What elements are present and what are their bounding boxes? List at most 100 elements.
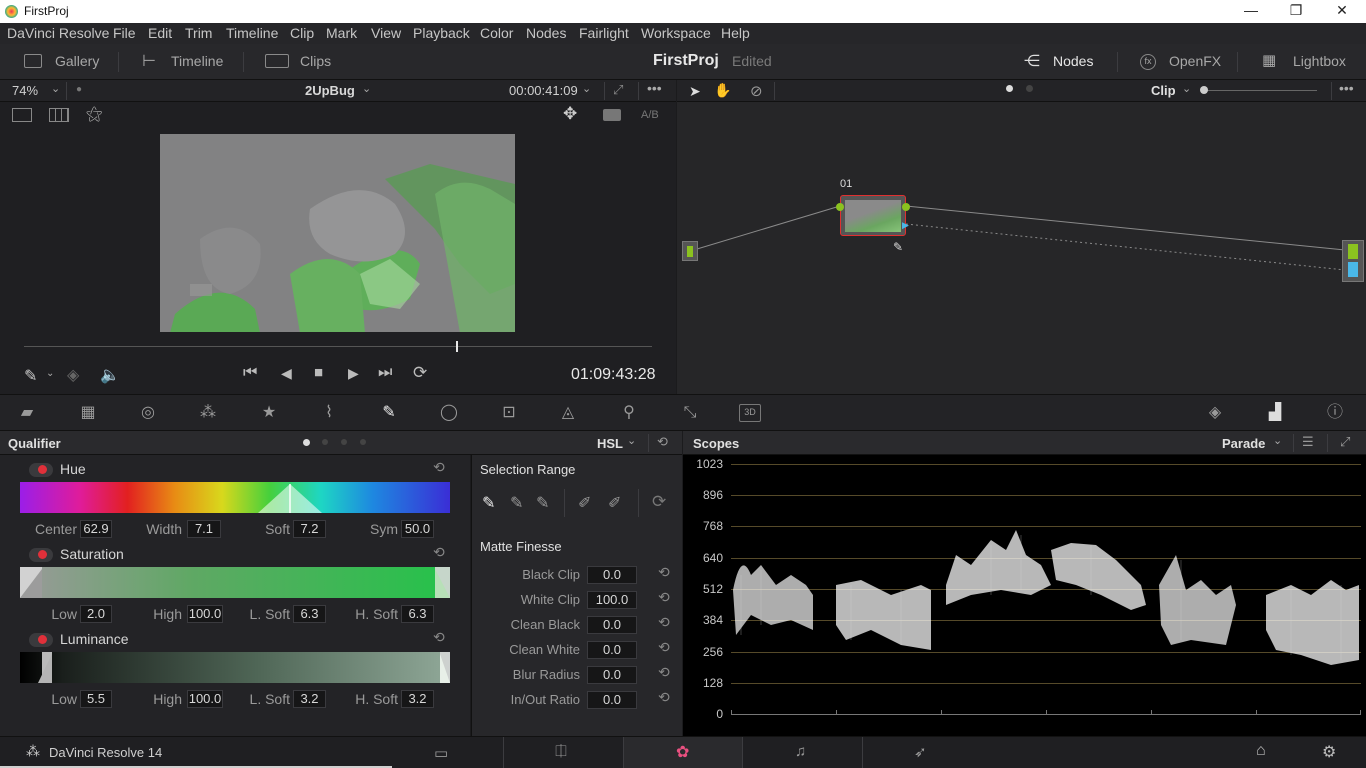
qualifier-mode[interactable]: HSL — [597, 436, 623, 451]
node-output-alpha[interactable]: ▶ — [902, 220, 909, 231]
highlight-icon[interactable]: ✥ — [563, 104, 577, 124]
clean-white-field[interactable]: 0.0 — [587, 641, 637, 659]
stop-icon[interactable]: ■ — [314, 364, 323, 381]
layers-icon[interactable]: ◈ — [67, 365, 79, 385]
black-clip-reset-icon[interactable]: ⟲ — [658, 564, 670, 581]
feather-minus-icon[interactable]: ✐ — [578, 493, 591, 513]
bypass-icon[interactable]: ⊘ — [750, 82, 763, 100]
source-input-node[interactable] — [682, 241, 698, 261]
volume-icon[interactable]: 🔈 — [100, 365, 120, 385]
clip-name[interactable]: 2UpBug — [305, 83, 355, 98]
hue-soft-field[interactable]: 7.2 — [293, 520, 326, 538]
qualifier-mode-dropdown-icon[interactable]: ⌄ — [627, 434, 636, 447]
camera-raw-icon[interactable]: ▰ — [18, 404, 36, 422]
node-options-icon[interactable]: ••• — [1339, 80, 1354, 96]
single-viewer-icon[interactable] — [12, 108, 32, 122]
blur-icon[interactable]: ◬ — [559, 404, 577, 422]
zoom-dropdown-icon[interactable]: ⌄ — [51, 82, 60, 95]
menu-davinci[interactable]: DaVinci Resolve — [7, 25, 109, 41]
ab-compare[interactable]: A/B — [641, 109, 659, 121]
luminance-reset-icon[interactable]: ⟲ — [433, 629, 445, 646]
qualifier-page-dot[interactable] — [360, 439, 366, 445]
menu-view[interactable]: View — [371, 25, 401, 41]
luminance-hsoft-field[interactable]: 3.2 — [401, 690, 434, 708]
go-to-start-icon[interactable]: ⏮ — [243, 364, 257, 382]
color-wheels-icon[interactable]: ◎ — [139, 404, 157, 422]
menu-workspace[interactable]: Workspace — [641, 25, 711, 41]
qualifier-page-dot[interactable] — [322, 439, 328, 445]
sizing-icon[interactable]: ⤡ — [681, 404, 699, 422]
source-timecode[interactable]: 00:00:41:09 — [509, 83, 578, 98]
white-clip-reset-icon[interactable]: ⟲ — [658, 589, 670, 606]
node-editor[interactable]: ➤ ✋ ⊘ Clip ⌄ ••• 01 ▶ ✎ — [677, 80, 1366, 394]
corrector-node-01[interactable] — [840, 195, 906, 236]
split-viewer-icon[interactable] — [49, 108, 69, 122]
hue-reset-icon[interactable]: ⟲ — [433, 459, 445, 476]
qualifier-picker-icon[interactable]: ✎ — [24, 366, 37, 386]
viewer-options-icon[interactable]: ••• — [647, 80, 662, 96]
node-output-rgb[interactable] — [902, 203, 910, 211]
clean-black-reset-icon[interactable]: ⟲ — [658, 614, 670, 631]
restore-button[interactable]: ❐ — [1273, 0, 1319, 23]
color-match-icon[interactable]: ▦ — [79, 404, 97, 422]
invert-icon[interactable]: ⟳ — [652, 492, 666, 512]
window-icon[interactable]: ◯ — [440, 404, 458, 422]
fairlight-page-icon[interactable]: ♫ — [795, 743, 806, 760]
playhead[interactable] — [456, 341, 459, 352]
in-out-ratio-reset-icon[interactable]: ⟲ — [658, 689, 670, 706]
scope-mode-dropdown-icon[interactable]: ⌄ — [1273, 434, 1282, 447]
saturation-lsoft-field[interactable]: 6.3 — [293, 605, 326, 623]
saturation-low-field[interactable]: 2.0 — [80, 605, 112, 623]
output-node[interactable] — [1342, 240, 1364, 282]
menu-help[interactable]: Help — [721, 25, 750, 41]
white-clip-field[interactable]: 100.0 — [587, 591, 637, 609]
black-clip-field[interactable]: 0.0 — [587, 566, 637, 584]
saturation-gradient[interactable] — [20, 567, 450, 598]
menu-file[interactable]: File — [113, 25, 136, 41]
hue-spectrum[interactable] — [20, 482, 450, 513]
info-icon[interactable]: ⓘ — [1326, 404, 1344, 422]
zoom-level[interactable]: 74% — [12, 83, 38, 98]
minimize-button[interactable]: — — [1228, 0, 1274, 23]
luminance-low-field[interactable]: 5.5 — [80, 690, 112, 708]
deliver-page-icon[interactable]: ➶ — [914, 743, 927, 761]
zoom-slider-knob[interactable] — [1200, 86, 1208, 94]
fullscreen-icon[interactable]: ⤢ — [613, 82, 623, 98]
menu-nodes[interactable]: Nodes — [526, 25, 566, 41]
saturation-toggle[interactable] — [29, 548, 53, 562]
clean-white-reset-icon[interactable]: ⟲ — [658, 639, 670, 656]
scopes-icon[interactable]: ▟ — [1266, 404, 1284, 422]
qualifier-icon[interactable]: ✎ — [380, 404, 398, 422]
blur-radius-reset-icon[interactable]: ⟲ — [658, 664, 670, 681]
settings-gear-icon[interactable]: ⚙ — [1322, 742, 1336, 762]
picker-plus-icon[interactable]: ✎ — [536, 493, 549, 513]
hue-width-field[interactable]: 7.1 — [187, 520, 221, 538]
scrubber-track[interactable] — [24, 346, 652, 347]
menu-color[interactable]: Color — [480, 25, 513, 41]
keyframes-icon[interactable]: ◈ — [1206, 404, 1224, 422]
3d-icon[interactable]: 3D — [739, 404, 761, 422]
zoom-slider[interactable] — [1207, 90, 1317, 91]
picker-dropdown-icon[interactable]: ⌄ — [46, 368, 54, 379]
clean-black-field[interactable]: 0.0 — [587, 616, 637, 634]
tracker-icon[interactable]: ⊡ — [500, 404, 518, 422]
menu-trim[interactable]: Trim — [185, 25, 212, 41]
qualifier-reset-icon[interactable]: ⟲ — [657, 434, 668, 450]
picker-tool-icon[interactable]: ✎ — [482, 493, 495, 513]
color-page-tab[interactable]: ✿ — [624, 737, 742, 768]
qualifier-page-dot-active[interactable] — [303, 439, 310, 446]
viewer-frame[interactable] — [160, 134, 515, 333]
node-input-rgb[interactable] — [836, 203, 844, 211]
page-dot[interactable] — [1026, 85, 1033, 92]
home-icon[interactable]: ⌂ — [1256, 742, 1266, 760]
in-out-ratio-field[interactable]: 0.0 — [587, 691, 637, 709]
menu-mark[interactable]: Mark — [326, 25, 357, 41]
page-dot-active[interactable] — [1006, 85, 1013, 92]
saturation-high-field[interactable]: 100.0 — [187, 605, 223, 623]
rgb-mixer-icon[interactable]: ⁂ — [199, 404, 217, 422]
node-mode[interactable]: Clip — [1151, 83, 1176, 98]
luminance-lsoft-field[interactable]: 3.2 — [293, 690, 326, 708]
reverse-play-icon[interactable]: ◀ — [281, 365, 292, 382]
hue-center-field[interactable]: 62.9 — [80, 520, 112, 538]
menu-timeline[interactable]: Timeline — [226, 25, 278, 41]
